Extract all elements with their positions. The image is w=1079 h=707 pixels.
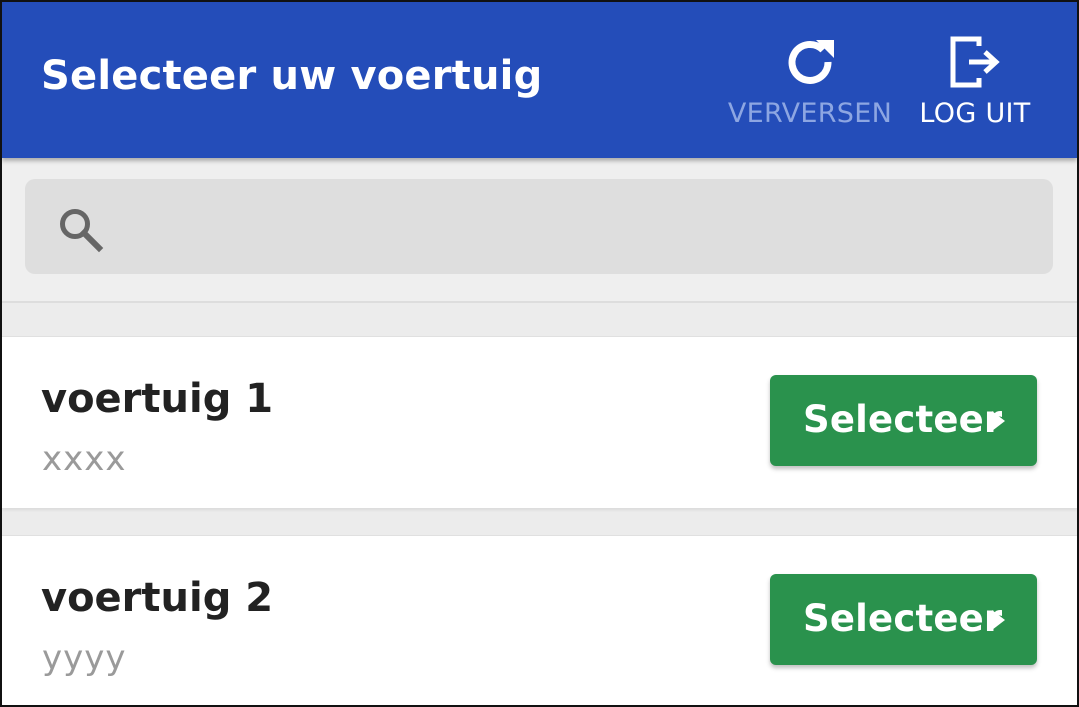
vehicle-plate: xxxx bbox=[42, 439, 127, 479]
page-title: Selecteer uw voertuig bbox=[41, 53, 543, 99]
list-item: voertuig 1 xxxx Selecteer bbox=[2, 336, 1077, 508]
search-input[interactable] bbox=[120, 179, 1034, 276]
select-vehicle-button[interactable]: Selecteer bbox=[770, 375, 1037, 466]
select-button-label: Selecteer bbox=[803, 398, 1003, 441]
top-app-bar: Selecteer uw voertuig VERVERSEN LOG UIT bbox=[2, 2, 1077, 158]
vehicle-name: voertuig 2 bbox=[41, 575, 274, 621]
select-button-label: Selecteer bbox=[803, 597, 1003, 640]
refresh-label: VERVERSEN bbox=[727, 98, 893, 129]
logout-icon bbox=[950, 36, 1000, 88]
search-icon bbox=[60, 209, 104, 253]
refresh-icon bbox=[788, 40, 834, 84]
app-frame: Selecteer uw voertuig VERVERSEN LOG UIT bbox=[0, 0, 1079, 707]
chevron-right-icon bbox=[992, 610, 1005, 630]
logout-label: LOG UIT bbox=[919, 98, 1031, 129]
refresh-button[interactable]: VERVERSEN bbox=[725, 32, 895, 132]
chevron-right-icon bbox=[992, 411, 1005, 431]
search-bar-container bbox=[2, 158, 1077, 303]
logout-button[interactable]: LOG UIT bbox=[890, 32, 1060, 132]
vehicle-name: voertuig 1 bbox=[41, 376, 274, 422]
vehicle-plate: yyyy bbox=[42, 638, 127, 678]
select-vehicle-button[interactable]: Selecteer bbox=[770, 574, 1037, 665]
search-box[interactable] bbox=[25, 179, 1053, 276]
list-item: voertuig 2 yyyy Selecteer bbox=[2, 535, 1077, 705]
